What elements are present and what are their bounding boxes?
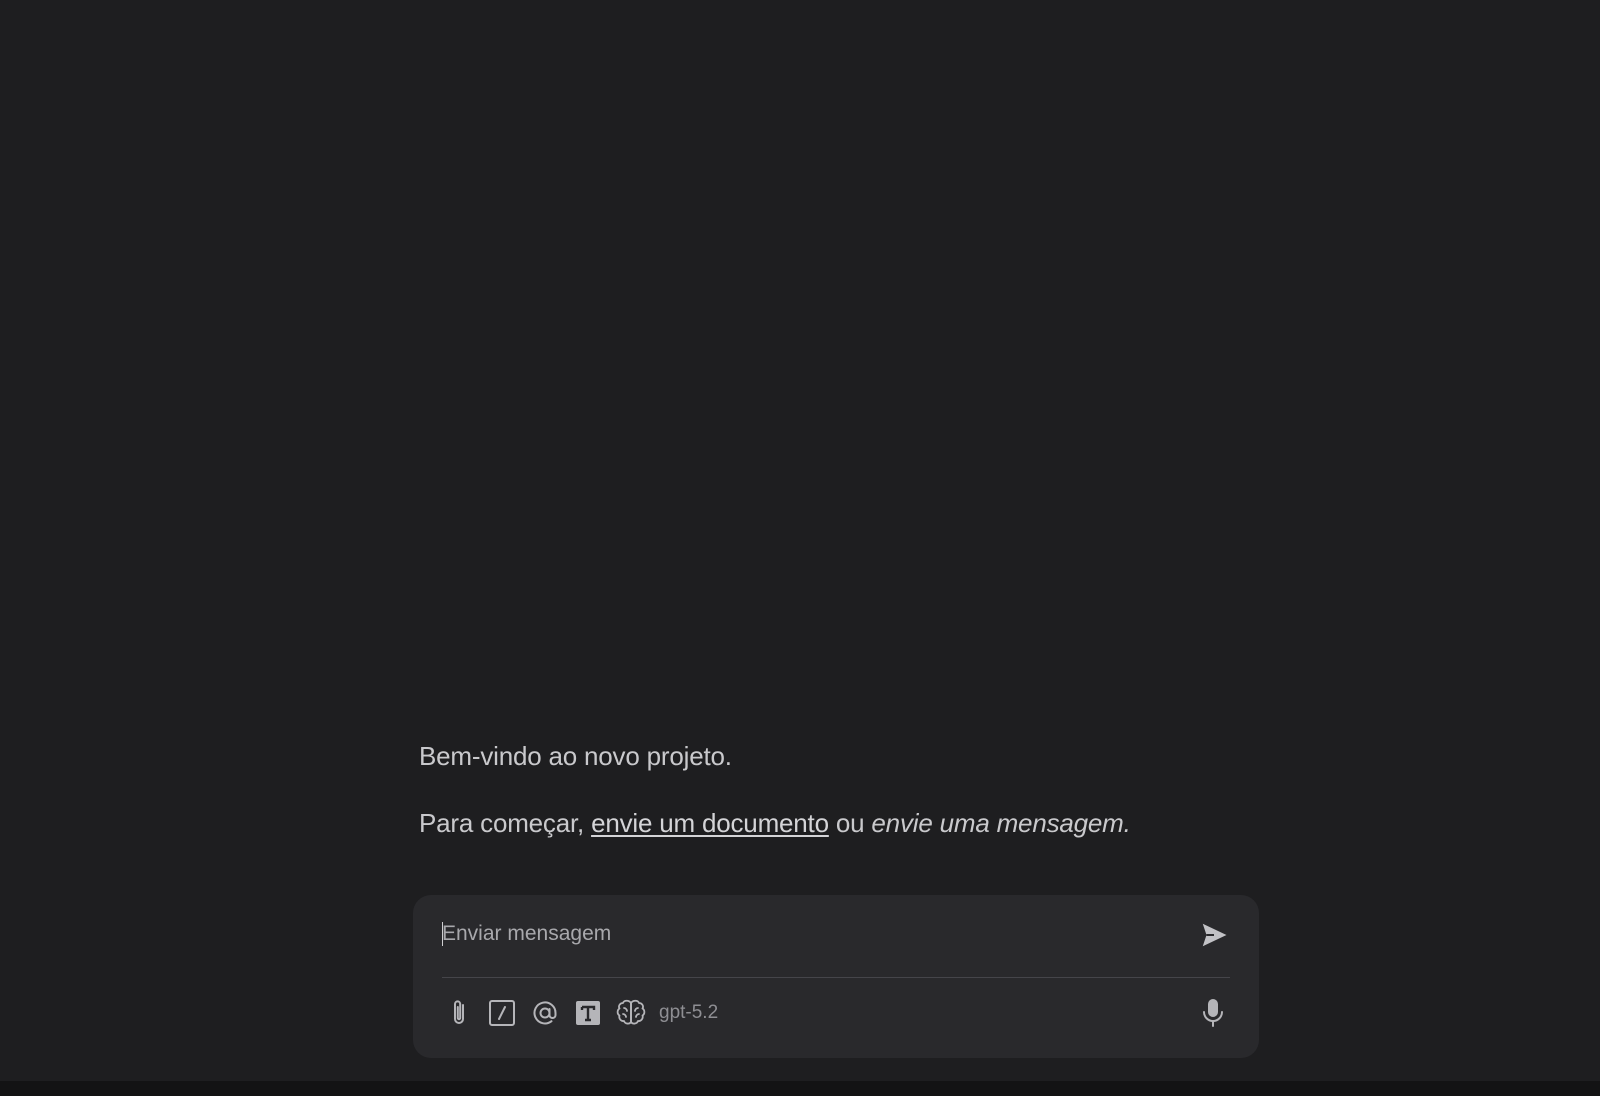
slash-commands-button[interactable]: [485, 996, 519, 1030]
attach-button[interactable]: [442, 996, 476, 1030]
instructions-prefix: Para começar,: [419, 808, 585, 838]
slash-command-icon: [489, 1000, 515, 1026]
chat-page: Bem-vindo ao novo projeto. Para começar,…: [0, 0, 1600, 1096]
microphone-icon: [1203, 999, 1223, 1027]
welcome-message: Bem-vindo ao novo projeto. Para começar,…: [419, 741, 1319, 839]
bottom-bar: [0, 1081, 1600, 1096]
text-format-button[interactable]: [571, 996, 605, 1030]
upload-document-link[interactable]: envie um documento: [591, 808, 829, 838]
voice-input-button[interactable]: [1196, 996, 1230, 1030]
model-selector[interactable]: gpt-5.2: [659, 1002, 718, 1024]
input-row: [442, 917, 1230, 957]
brain-icon: [616, 999, 646, 1025]
at-mention-icon: [533, 1001, 557, 1025]
reasoning-button[interactable]: [614, 996, 648, 1030]
welcome-title: Bem-vindo ao novo projeto.: [419, 741, 732, 771]
paperclip-icon: [454, 1000, 464, 1024]
welcome-instructions: Para começar, envie um documento ou envi…: [419, 808, 1319, 839]
message-input[interactable]: [442, 917, 1182, 951]
mention-button[interactable]: [528, 996, 562, 1030]
send-message-hint: envie uma mensagem.: [871, 808, 1131, 838]
composer-divider: [442, 977, 1230, 978]
text-caret: [442, 922, 443, 946]
send-button[interactable]: [1198, 919, 1230, 951]
send-icon: [1202, 923, 1227, 947]
composer-toolbar: gpt-5.2: [442, 996, 1230, 1030]
text-format-icon: [576, 1001, 600, 1025]
message-composer: gpt-5.2: [413, 895, 1259, 1058]
instructions-middle: ou: [835, 808, 865, 838]
